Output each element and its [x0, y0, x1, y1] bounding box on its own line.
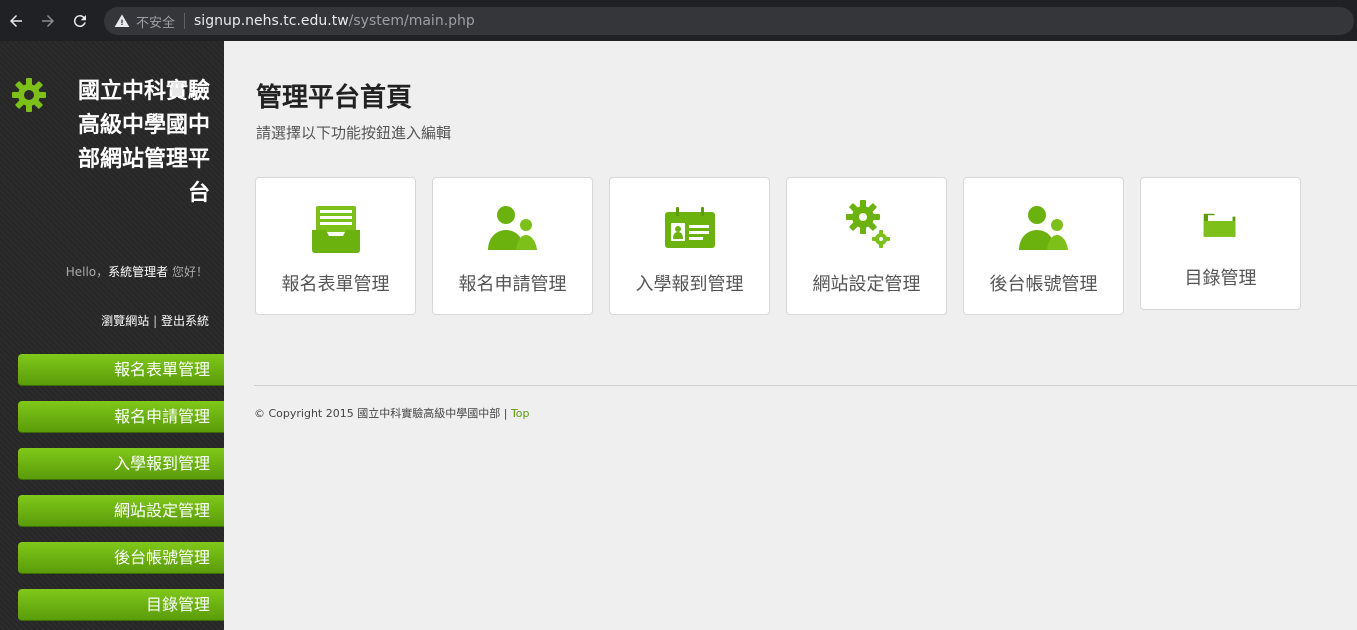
greeting-user: 系統管理者: [108, 265, 169, 279]
reload-button[interactable]: [69, 10, 91, 32]
logout-link[interactable]: 登出系統: [161, 314, 209, 328]
forward-button[interactable]: [37, 10, 59, 32]
card-label: 報名申請管理: [458, 274, 567, 295]
gear-icon: [12, 78, 46, 112]
page-subtitle: 請選擇以下功能按鈕進入編輯: [256, 124, 452, 142]
sidebar-item-account-management[interactable]: 後台帳號管理: [18, 542, 224, 574]
arrow-left-icon: [10, 15, 22, 27]
arrow-right-icon: [42, 15, 54, 27]
reload-icon: [73, 15, 86, 28]
top-link[interactable]: Top: [511, 407, 530, 420]
greeting-suffix: 您好！: [168, 265, 208, 279]
card-directory-management[interactable]: 目錄管理: [1140, 177, 1301, 310]
url-path: /system/main.php: [348, 13, 475, 29]
insecure-label: 不安全: [136, 15, 176, 31]
sidebar-item-form-management[interactable]: 報名表單管理: [18, 354, 224, 386]
warning-icon: [114, 14, 130, 27]
site-title: 國立中科實驗高級中學國中部網站管理平台: [77, 79, 210, 206]
sidebar-item-application-management[interactable]: 報名申請管理: [18, 401, 224, 433]
greeting: Hello，系統管理者 您好！: [66, 263, 208, 280]
inbox-icon: [311, 206, 360, 253]
sidebar-item-site-settings[interactable]: 網站設定管理: [18, 495, 224, 527]
browser-toolbar: 不安全 signup.nehs.tc.edu.tw/system/main.ph…: [0, 0, 1357, 41]
back-button[interactable]: [5, 10, 27, 32]
sidebar-item-directory-management[interactable]: 目錄管理: [18, 589, 224, 621]
sidebar-item-enrollment-management[interactable]: 入學報到管理: [18, 448, 224, 480]
sidebar-menu: 報名表單管理 報名申請管理 入學報到管理 網站設定管理 後台帳號管理 目錄管理: [18, 354, 224, 630]
content-divider: [254, 385, 1357, 386]
greeting-hello: Hello，: [65, 265, 109, 279]
folder-icon: [1203, 213, 1235, 237]
browse-site-link[interactable]: 瀏覽網站: [101, 314, 149, 328]
sidebar-links: 瀏覽網站 | 登出系統: [101, 312, 209, 329]
function-cards: 報名表單管理 報名申請管理 入學報到管理 網站設定管理 後台帳號管理 目錄管理: [255, 177, 1355, 317]
card-label: 網站設定管理: [812, 274, 921, 295]
users-icon: [1018, 206, 1068, 250]
card-label: 入學報到管理: [635, 274, 744, 295]
link-separator: |: [149, 314, 161, 328]
card-label: 報名表單管理: [281, 274, 390, 295]
copyright-text: © Copyright 2015 國立中科實驗高級中學國中部 |: [254, 407, 511, 420]
sidebar: 國立中科實驗高級中學國中部網站管理平台 Hello，系統管理者 您好！ 瀏覽網站…: [0, 41, 224, 630]
id-card-icon: [664, 207, 715, 248]
main-content: 管理平台首頁 請選擇以下功能按鈕進入編輯 報名表單管理 報名申請管理 入學報到管…: [224, 41, 1357, 630]
page-title: 管理平台首頁: [256, 83, 413, 113]
gears-icon: [845, 200, 890, 248]
card-label: 目錄管理: [1184, 268, 1257, 289]
card-form-management[interactable]: 報名表單管理: [255, 177, 416, 315]
users-icon: [487, 206, 537, 250]
address-separator: [184, 13, 186, 29]
url-host: signup.nehs.tc.edu.tw: [194, 13, 349, 29]
card-application-management[interactable]: 報名申請管理: [432, 177, 593, 315]
card-account-management[interactable]: 後台帳號管理: [963, 177, 1124, 315]
card-label: 後台帳號管理: [989, 274, 1098, 295]
address-bar[interactable]: 不安全 signup.nehs.tc.edu.tw/system/main.ph…: [104, 7, 1354, 35]
card-enrollment-management[interactable]: 入學報到管理: [609, 177, 770, 315]
card-site-settings[interactable]: 網站設定管理: [786, 177, 947, 315]
footer: © Copyright 2015 國立中科實驗高級中學國中部 | Top: [254, 405, 530, 421]
